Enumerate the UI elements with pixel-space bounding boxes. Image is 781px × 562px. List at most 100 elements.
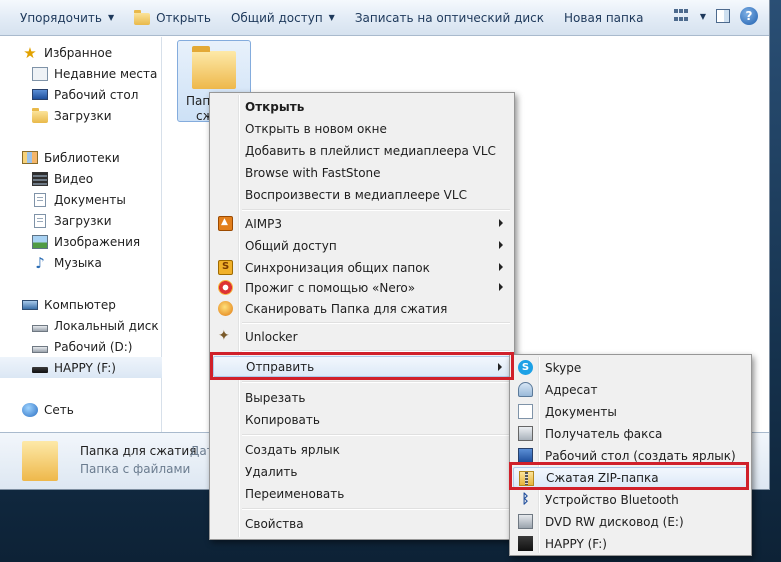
menu-separator: [242, 434, 510, 436]
nav-desktop[interactable]: Рабочий стол: [0, 84, 162, 105]
desktop-icon: [518, 448, 533, 463]
new-folder-button[interactable]: Новая папка: [554, 0, 653, 35]
view-options-icon[interactable]: [673, 9, 690, 23]
menu-item-sync[interactable]: Синхронизация общих папок: [213, 257, 511, 278]
help-icon[interactable]: ?: [740, 7, 758, 25]
preview-pane-icon[interactable]: [716, 9, 730, 23]
nav-label: HAPPY (F:): [54, 360, 116, 375]
menu-item-label: Общий доступ: [245, 238, 337, 253]
network-icon: [22, 402, 38, 417]
menu-item-delete[interactable]: Удалить: [213, 461, 511, 482]
nav-label: Рабочий (D:): [54, 339, 133, 354]
menu-item-label: Создать ярлык: [245, 442, 340, 457]
documents-icon: [518, 404, 533, 419]
sendto-item-skype[interactable]: S Skype: [513, 357, 748, 378]
libraries-icon: [22, 151, 38, 164]
sendto-item-fax[interactable]: Получатель факса: [513, 423, 748, 444]
open-label: Открыть: [156, 10, 211, 25]
nav-downloads[interactable]: Загрузки: [0, 105, 162, 126]
menu-item-nero[interactable]: Прожиг с помощью «Nero»: [213, 277, 511, 298]
menu-item-send-to[interactable]: Отправить: [213, 356, 511, 377]
usb-drive-icon: [518, 536, 533, 551]
aimp-icon: [218, 216, 233, 231]
nav-music[interactable]: ♪ Музыка: [0, 252, 162, 273]
nav-label: Библиотеки: [44, 150, 120, 165]
nav-computer[interactable]: Компьютер: [0, 294, 162, 315]
menu-item-aimp[interactable]: AIMP3: [213, 213, 511, 234]
menu-item-open[interactable]: Открыть: [213, 96, 511, 117]
sendto-item-happy[interactable]: HAPPY (F:): [513, 533, 748, 554]
nav-label: Музыка: [54, 255, 102, 270]
menu-item-scan[interactable]: Сканировать Папка для сжатия: [213, 298, 511, 319]
computer-icon: [22, 299, 38, 310]
submenu-item-label: Документы: [545, 404, 617, 419]
fax-icon: [518, 426, 533, 441]
nav-lib-downloads[interactable]: Загрузки: [0, 210, 162, 231]
sendto-item-dvd[interactable]: DVD RW дисковод (E:): [513, 511, 748, 532]
menu-item-unlocker[interactable]: ✦ Unlocker: [213, 326, 511, 347]
details-type: Папка с файлами: [80, 462, 191, 476]
nav-drive-d[interactable]: Рабочий (D:): [0, 336, 162, 357]
nav-network[interactable]: Сеть: [0, 399, 162, 420]
submenu-item-label: Сжатая ZIP-папка: [546, 470, 659, 485]
nav-label: Сеть: [44, 402, 74, 417]
submenu-item-label: Skype: [545, 360, 582, 375]
menu-item-rename[interactable]: Переименовать: [213, 483, 511, 504]
menu-item-share[interactable]: Общий доступ: [213, 235, 511, 256]
nav-label: Загрузки: [54, 213, 112, 228]
zip-folder-icon: [519, 471, 534, 486]
menu-item-label: Удалить: [245, 464, 298, 479]
sendto-item-recipient[interactable]: Адресат: [513, 379, 748, 400]
submenu-item-label: Устройство Bluetooth: [545, 492, 679, 507]
sendto-item-desktop-shortcut[interactable]: Рабочий стол (создать ярлык): [513, 445, 748, 466]
recent-places-icon: [32, 66, 48, 81]
downloads-folder-icon: [32, 107, 48, 123]
nav-video[interactable]: Видео: [0, 168, 162, 189]
submenu-item-label: Адресат: [545, 382, 598, 397]
nav-label: Видео: [54, 171, 94, 186]
nav-label: Изображения: [54, 234, 141, 249]
menu-item-label: Unlocker: [245, 329, 298, 344]
send-to-submenu: S Skype Адресат Документы Получатель фак…: [509, 354, 752, 556]
nav-local-disk[interactable]: Локальный диск (С: [0, 315, 162, 336]
nav-label: Избранное: [44, 45, 113, 60]
menu-item-properties[interactable]: Свойства: [213, 513, 511, 534]
menu-item-add-vlc-playlist[interactable]: Добавить в плейлист медиаплеера VLC: [213, 140, 511, 161]
menu-item-play-vlc[interactable]: Воспроизвести в медиаплеере VLC: [213, 184, 511, 205]
menu-item-create-shortcut[interactable]: Создать ярлык: [213, 439, 511, 460]
new-folder-label: Новая папка: [564, 10, 644, 25]
burn-button[interactable]: Записать на оптический диск: [345, 0, 554, 35]
nero-icon: [218, 280, 233, 295]
organize-button[interactable]: Упорядочить ▼: [0, 0, 124, 35]
chevron-down-icon: ▼: [107, 13, 115, 22]
menu-item-label: Свойства: [245, 516, 304, 531]
nav-recent-places[interactable]: Недавние места: [0, 63, 162, 84]
nav-happy-drive[interactable]: HAPPY (F:): [0, 357, 162, 378]
nav-images[interactable]: Изображения: [0, 231, 162, 252]
context-menu: Открыть Открыть в новом окне Добавить в …: [209, 92, 515, 540]
sendto-item-documents[interactable]: Документы: [513, 401, 748, 422]
open-button[interactable]: Открыть: [124, 0, 221, 35]
nav-favorites[interactable]: ★ Избранное: [0, 42, 162, 63]
menu-item-copy[interactable]: Копировать: [213, 409, 511, 430]
menu-item-label: Копировать: [245, 412, 320, 427]
menu-item-open-new-window[interactable]: Открыть в новом окне: [213, 118, 511, 139]
sendto-item-bluetooth[interactable]: ᛒ Устройство Bluetooth: [513, 489, 748, 510]
sendto-item-zip[interactable]: Сжатая ZIP-папка: [513, 467, 748, 488]
nav-documents[interactable]: Документы: [0, 189, 162, 210]
share-label: Общий доступ: [230, 10, 323, 25]
nav-libraries[interactable]: Библиотеки: [0, 147, 162, 168]
unlocker-wand-icon: ✦: [218, 328, 230, 344]
submenu-arrow-icon: [499, 263, 503, 271]
antivirus-icon: [218, 301, 233, 316]
chevron-down-icon[interactable]: ▼: [700, 12, 706, 21]
share-button[interactable]: Общий доступ ▼: [221, 0, 345, 35]
music-icon: ♪: [35, 253, 45, 272]
menu-item-browse-faststone[interactable]: Browse with FastStone: [213, 162, 511, 183]
nav-label: Документы: [54, 192, 126, 207]
submenu-arrow-icon: [498, 363, 502, 371]
chevron-down-icon: ▼: [328, 13, 335, 22]
details-name: Папка для сжатия: [80, 444, 197, 458]
submenu-item-label: Получатель факса: [545, 426, 663, 441]
menu-item-cut[interactable]: Вырезать: [213, 387, 511, 408]
